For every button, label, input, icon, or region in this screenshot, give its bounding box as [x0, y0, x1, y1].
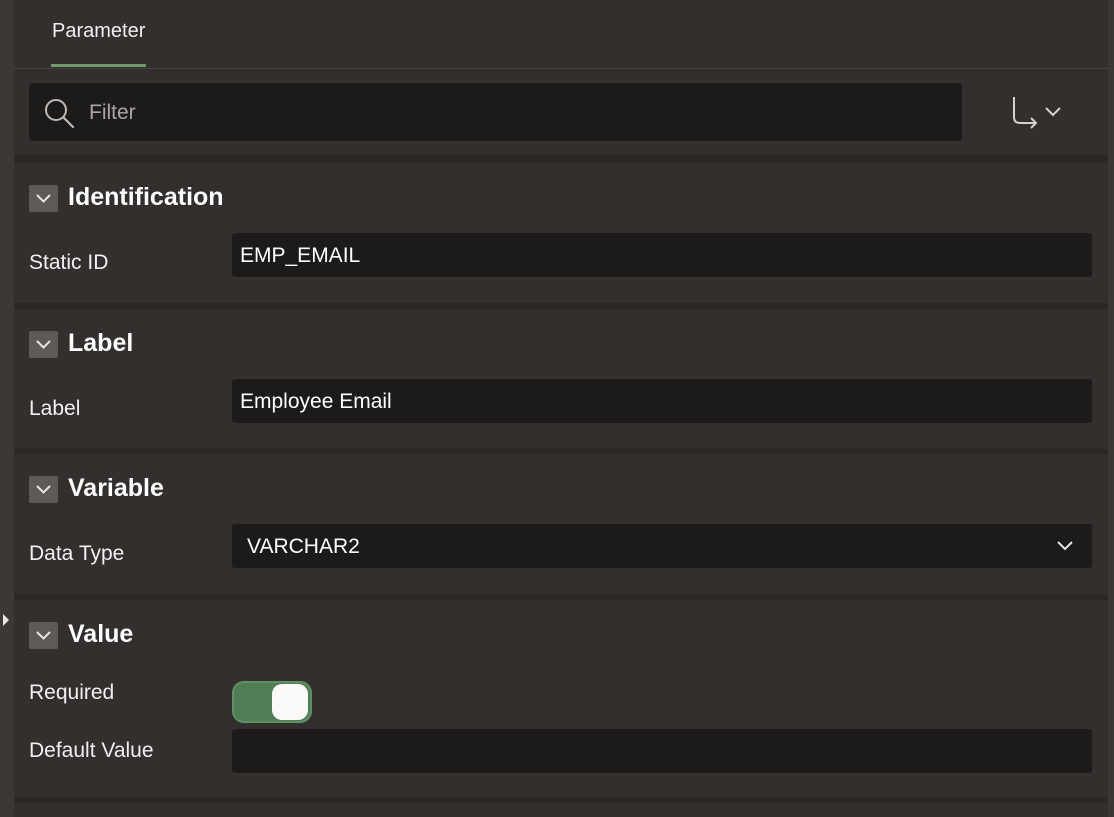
- default-value-label: Default Value: [29, 739, 154, 762]
- collapse-value-button[interactable]: [29, 622, 58, 649]
- go-to-group-icon: [1013, 97, 1038, 129]
- filter-box: [29, 83, 962, 143]
- property-row: Default Value: [14, 729, 1108, 789]
- section-header: Identification: [14, 163, 1108, 233]
- chevron-down-icon: [1045, 107, 1061, 117]
- section-identification: Identification Static ID EMP_EMAIL: [14, 163, 1108, 303]
- property-row: Required: [14, 670, 1108, 729]
- label-label: Label: [29, 397, 81, 420]
- chevron-down-icon: [1057, 541, 1073, 551]
- expand-arrow-icon[interactable]: [3, 614, 9, 626]
- collapse-chevron-icon: [36, 194, 51, 203]
- section-title: Value: [68, 620, 134, 648]
- required-toggle[interactable]: [232, 681, 312, 723]
- collapse-chevron-icon: [36, 631, 51, 640]
- static-id-label: Static ID: [29, 251, 109, 274]
- property-editor-panel: Parameter Ident: [14, 0, 1108, 817]
- section-title: Label: [68, 329, 134, 357]
- data-type-select[interactable]: VARCHAR2: [232, 524, 1092, 568]
- section-title: Variable: [68, 474, 164, 502]
- section-header: Variable: [14, 454, 1108, 524]
- tab-parameter[interactable]: Parameter: [51, 20, 147, 67]
- go-to-group-menu[interactable]: [1010, 95, 1070, 129]
- collapse-chevron-icon: [36, 340, 51, 349]
- section-header: Label: [14, 309, 1108, 379]
- section-variable: Variable Data Type VARCHAR2: [14, 454, 1108, 594]
- static-id-field[interactable]: EMP_EMAIL: [232, 233, 1092, 277]
- data-type-value: VARCHAR2: [247, 535, 360, 558]
- property-row: Label Employee Email: [14, 379, 1108, 439]
- collapse-variable-button[interactable]: [29, 476, 58, 503]
- search-icon: [45, 99, 75, 129]
- required-label: Required: [29, 681, 115, 704]
- next-section-edge: [14, 803, 1108, 817]
- label-field[interactable]: Employee Email: [232, 379, 1092, 423]
- property-row: Data Type VARCHAR2: [14, 524, 1108, 584]
- section-header: Value: [14, 600, 1108, 670]
- tab-bar: Parameter: [14, 0, 1108, 69]
- panel-right-edge: [1108, 0, 1114, 817]
- section-label: Label Label Employee Email: [14, 309, 1108, 449]
- collapse-label-button[interactable]: [29, 331, 58, 358]
- filter-input[interactable]: [87, 83, 951, 143]
- section-value: Value Required Default Value: [14, 600, 1108, 797]
- left-gutter: [0, 0, 14, 817]
- default-value-field[interactable]: [232, 729, 1092, 773]
- collapse-identification-button[interactable]: [29, 185, 58, 212]
- property-row: Static ID EMP_EMAIL: [14, 233, 1108, 293]
- filter-toolbar: [14, 69, 1108, 155]
- toggle-knob: [272, 684, 308, 720]
- data-type-label: Data Type: [29, 542, 125, 565]
- section-title: Identification: [68, 183, 224, 211]
- collapse-chevron-icon: [36, 485, 51, 494]
